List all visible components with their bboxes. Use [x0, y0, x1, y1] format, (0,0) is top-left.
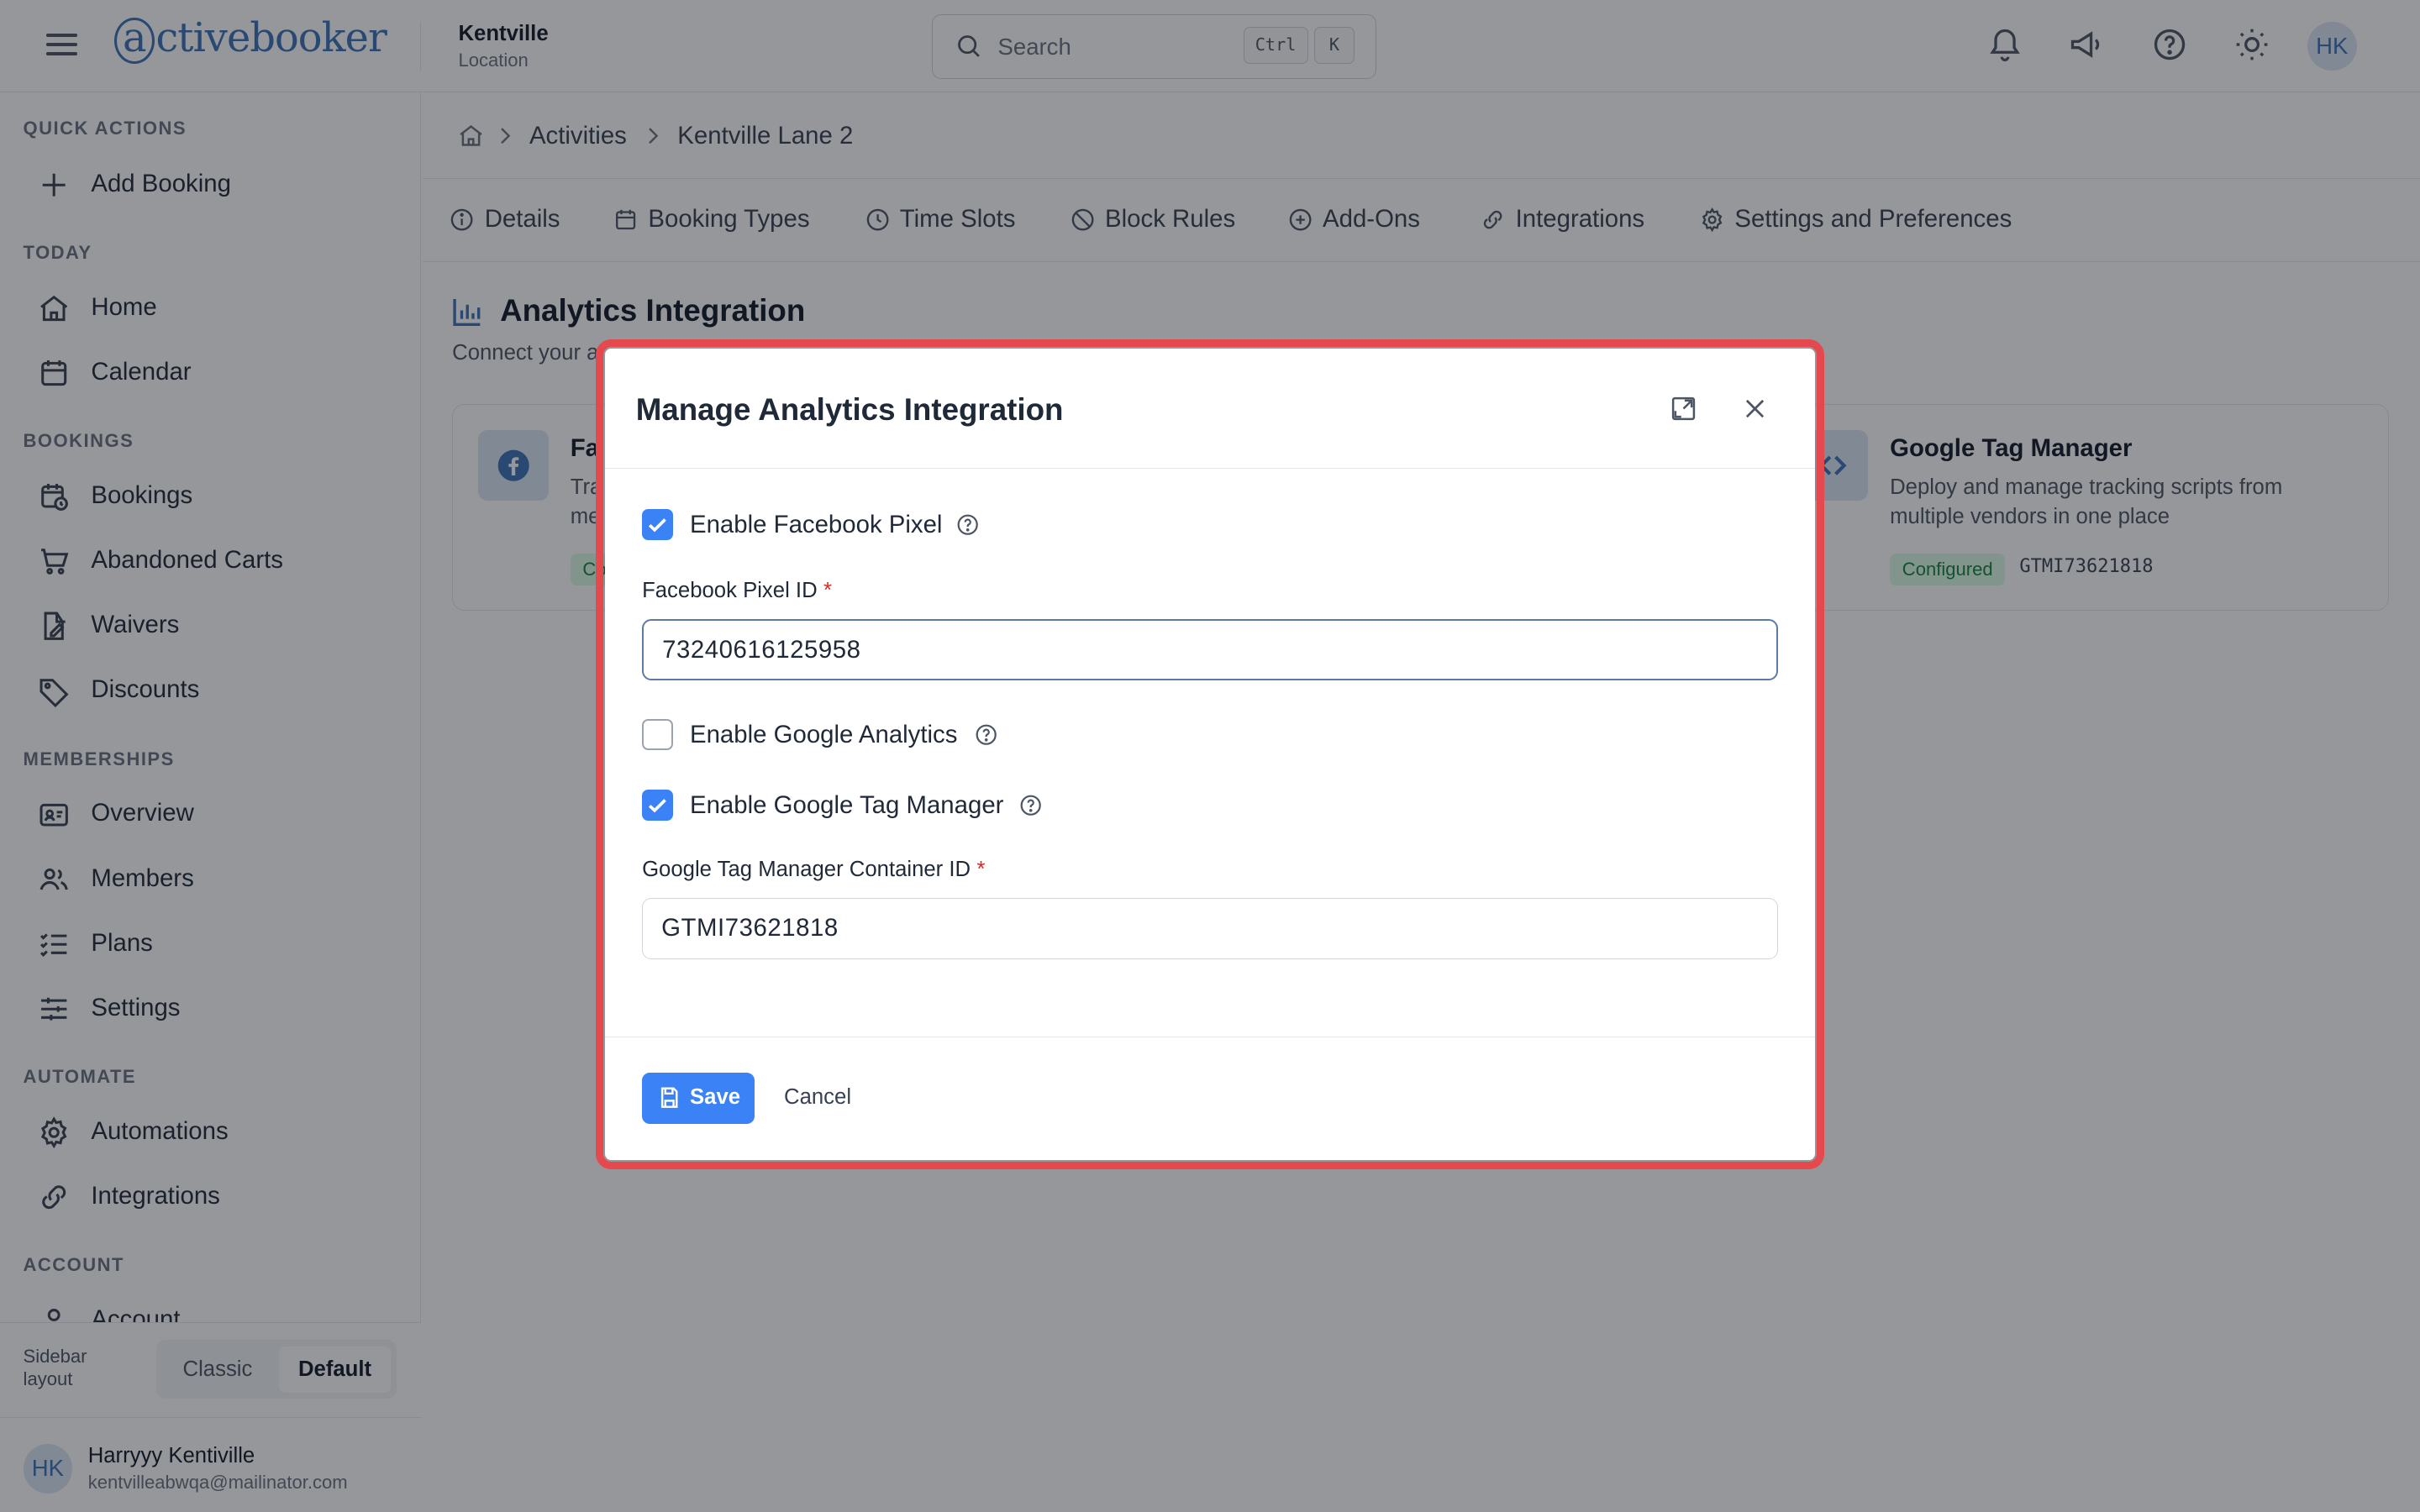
- help-icon[interactable]: [955, 512, 980, 537]
- google-analytics-label: Enable Google Analytics: [690, 720, 958, 748]
- facebook-pixel-id-field[interactable]: 73240616125958: [642, 618, 1778, 680]
- maximize-icon[interactable]: [1670, 395, 1697, 423]
- facebook-pixel-id-label: Facebook Pixel ID *: [642, 578, 832, 602]
- app-root: a ctivebooker Kentville Location Search C…: [0, 0, 2420, 1512]
- analytics-modal: Manage Analytics Integration Enable Face…: [604, 349, 1815, 1161]
- facebook-pixel-checkbox[interactable]: [642, 509, 673, 540]
- modal-header: Manage Analytics Integration: [604, 349, 1815, 470]
- save-button[interactable]: Save: [642, 1073, 755, 1125]
- help-icon[interactable]: [1018, 793, 1043, 817]
- gtm-checkbox[interactable]: [642, 790, 673, 822]
- facebook-pixel-label: Enable Facebook Pixel: [690, 510, 943, 538]
- cancel-button[interactable]: Cancel: [784, 1085, 851, 1110]
- gtm-container-id-label: Google Tag Manager Container ID *: [642, 858, 986, 882]
- modal-footer: Save Cancel: [604, 1037, 1815, 1160]
- save-label: Save: [690, 1085, 741, 1110]
- google-analytics-checkbox[interactable]: [642, 718, 673, 750]
- gtm-container-id-field[interactable]: GTMI73621818: [642, 897, 1778, 960]
- save-icon: [661, 1087, 678, 1109]
- close-icon[interactable]: [1741, 395, 1769, 423]
- help-icon[interactable]: [974, 722, 998, 747]
- gtm-label: Enable Google Tag Manager: [690, 791, 1004, 820]
- modal-title: Manage Analytics Integration: [635, 391, 1064, 427]
